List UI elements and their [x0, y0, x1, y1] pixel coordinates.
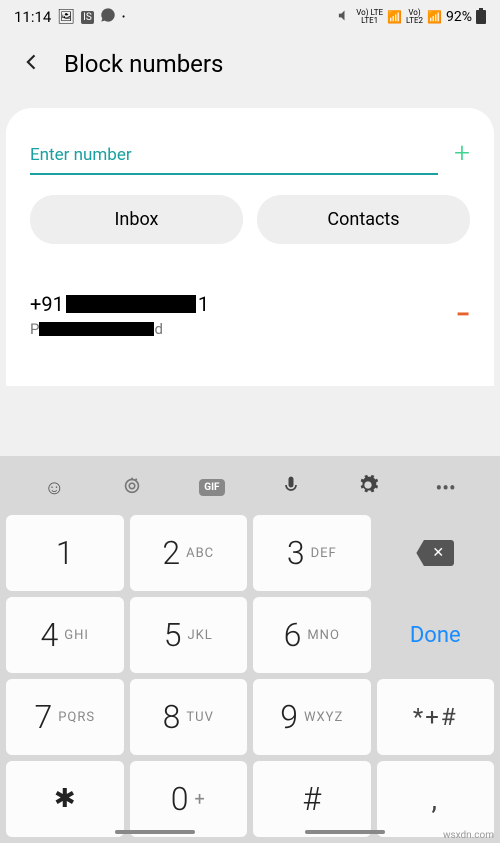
key-8[interactable]: 8TUV [130, 679, 248, 755]
key-comma[interactable]: , [377, 761, 495, 837]
whatsapp-icon [100, 7, 116, 27]
blocked-list-item: +91 1 Pd − [30, 284, 470, 366]
signal-bars-2: 📶 [427, 10, 442, 24]
blocked-number: +91 1 [30, 292, 209, 316]
key-backspace[interactable]: ✕ [377, 515, 495, 591]
mute-icon [337, 8, 352, 27]
contacts-button[interactable]: Contacts [257, 195, 470, 244]
page-title: Block numbers [64, 50, 223, 78]
key-done[interactable]: Done [377, 597, 495, 673]
mic-icon[interactable] [281, 474, 301, 501]
redacted [39, 322, 154, 336]
button-row: Inbox Contacts [30, 195, 470, 244]
signal-2: Vo)LTE2 [406, 9, 423, 25]
blocked-name: Pd [30, 320, 209, 338]
battery-text: 92% [446, 9, 472, 25]
image-icon: 🖼 [57, 9, 75, 25]
gif-icon[interactable]: GIF [199, 479, 224, 496]
gear-icon[interactable] [357, 474, 379, 501]
key-star[interactable]: ✱ [6, 761, 124, 837]
key-1[interactable]: 1 [6, 515, 124, 591]
key-5[interactable]: 5JKL [130, 597, 248, 673]
remove-icon[interactable]: − [456, 300, 470, 330]
key-6[interactable]: 6MNO [253, 597, 371, 673]
blocked-info: +91 1 Pd [30, 292, 209, 338]
status-time: 11:14 [14, 8, 51, 26]
key-hash[interactable]: # [253, 761, 371, 837]
keyboard: ☺ GIF ••• 1 2ABC 3DEF ✕ 4GHI 5JKL 6MNO D… [0, 456, 500, 843]
key-9[interactable]: 9WXYZ [253, 679, 371, 755]
sticker-icon[interactable] [121, 474, 143, 501]
inbox-button[interactable]: Inbox [30, 195, 243, 244]
header: Block numbers [0, 34, 500, 94]
key-symbols[interactable]: *+# [377, 679, 495, 755]
status-left: 11:14 🖼 IS • [14, 7, 125, 27]
input-row: + [30, 136, 470, 175]
status-bar: 11:14 🖼 IS • Vo) LTELTE1 📶 Vo)LTE2 📶 92% [0, 0, 500, 34]
content-card: + Inbox Contacts +91 1 Pd − [6, 108, 494, 386]
number-input[interactable] [30, 137, 438, 175]
key-2[interactable]: 2ABC [130, 515, 248, 591]
redacted [66, 295, 196, 313]
is-icon: IS [81, 11, 94, 24]
add-icon[interactable]: + [454, 136, 470, 175]
battery-icon [476, 8, 486, 27]
key-4[interactable]: 4GHI [6, 597, 124, 673]
watermark: wsxdn.com [443, 830, 494, 841]
signal-bars-1: 📶 [387, 10, 402, 24]
backspace-icon: ✕ [416, 540, 454, 566]
back-button[interactable] [22, 50, 42, 78]
key-3[interactable]: 3DEF [253, 515, 371, 591]
keyboard-toolbar: ☺ GIF ••• [6, 462, 494, 515]
status-right: Vo) LTELTE1 📶 Vo)LTE2 📶 92% [337, 8, 486, 27]
signal-1: Vo) LTELTE1 [356, 9, 383, 25]
keypad-grid: 1 2ABC 3DEF ✕ 4GHI 5JKL 6MNO Done 7PQRS … [6, 515, 494, 837]
dot-icon: • [122, 12, 125, 23]
key-7[interactable]: 7PQRS [6, 679, 124, 755]
emoji-icon[interactable]: ☺ [44, 475, 64, 500]
key-0[interactable]: 0+ [130, 761, 248, 837]
more-icon[interactable]: ••• [436, 476, 456, 500]
